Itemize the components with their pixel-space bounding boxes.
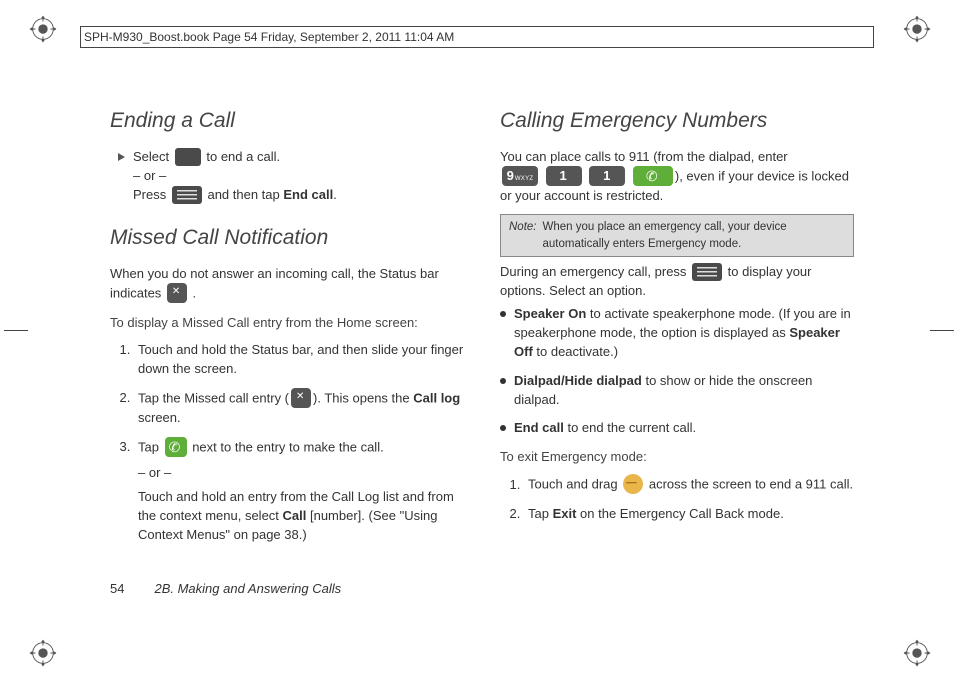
- or-divider: – or –: [133, 167, 337, 186]
- exit-steps: Touch and drag across the screen to end …: [524, 475, 854, 524]
- dialpad-key-9-icon: 9WXYZ: [502, 166, 538, 186]
- end-call-label: End call: [283, 187, 333, 202]
- emergency-options: Speaker On to activate speakerphone mode…: [500, 305, 854, 438]
- text: to end a call.: [206, 149, 280, 164]
- text: across the screen to end a 911 call.: [649, 477, 853, 492]
- corner-ornament-icon: [28, 14, 58, 44]
- speaker-on-label: Speaker On: [514, 306, 586, 321]
- text: on the Emergency Call Back mode.: [576, 506, 783, 521]
- option-dialpad: Dialpad/Hide dialpad to show or hide the…: [500, 372, 854, 410]
- dialpad-key-1-icon: 1: [589, 166, 625, 186]
- text: Tap: [528, 506, 553, 521]
- left-column: Ending a Call Select to end a call. – or…: [110, 100, 464, 612]
- corner-ornament-icon: [28, 638, 58, 668]
- text: and then tap: [207, 187, 283, 202]
- missed-call-status-icon: [167, 283, 187, 303]
- heading-emergency: Calling Emergency Numbers: [500, 106, 854, 136]
- triangle-bullet-icon: [118, 153, 125, 161]
- page-body: Ending a Call Select to end a call. – or…: [110, 100, 854, 612]
- call-button-icon: [633, 166, 673, 186]
- emergency-intro: You can place calls to 911 (from the dia…: [500, 148, 854, 206]
- note-label: Note:: [509, 219, 537, 252]
- end-call-bar-icon: [175, 148, 201, 166]
- print-header: SPH-M930_Boost.book Page 54 Friday, Sept…: [80, 26, 874, 48]
- dialpad-toggle-label: Dialpad/Hide dialpad: [514, 373, 642, 388]
- exit-step-1: Touch and drag across the screen to end …: [524, 475, 854, 495]
- text: ). This opens the: [313, 390, 413, 405]
- text: Touch and hold the Status bar, and then …: [138, 342, 463, 376]
- or-divider: – or –: [138, 464, 464, 483]
- corner-ornament-icon: [902, 14, 932, 44]
- step-1: Touch and hold the Status bar, and then …: [134, 341, 464, 379]
- call-log-label: Call log: [413, 390, 460, 405]
- heading-missed-call: Missed Call Notification: [110, 223, 464, 253]
- note-text: When you place an emergency call, your d…: [543, 219, 846, 252]
- text: Tap the Missed call entry (: [138, 390, 289, 405]
- dialpad-key-1-icon: 1: [546, 166, 582, 186]
- page-footer: 54 2B. Making and Answering Calls: [110, 581, 341, 596]
- exit-subhead: To exit Emergency mode:: [500, 448, 854, 467]
- print-header-text: SPH-M930_Boost.book Page 54 Friday, Sept…: [84, 30, 454, 44]
- text: When you do not answer an incoming call,…: [110, 266, 439, 300]
- option-end-call: End call to end the current call.: [500, 419, 854, 438]
- call-label: Call: [283, 508, 307, 523]
- text: Press: [133, 187, 170, 202]
- text: screen.: [138, 410, 181, 425]
- call-green-icon: [165, 437, 187, 457]
- crop-mark-icon: [4, 330, 28, 331]
- text: to end the current call.: [564, 420, 696, 435]
- text: to deactivate.): [533, 344, 618, 359]
- missed-steps: Touch and hold the Status bar, and then …: [134, 341, 464, 545]
- missed-call-entry-icon: [291, 388, 311, 408]
- right-column: Calling Emergency Numbers You can place …: [500, 100, 854, 612]
- page-number: 54: [110, 581, 124, 596]
- emergency-options-intro: During an emergency call, press to displ…: [500, 263, 854, 301]
- chapter-title: 2B. Making and Answering Calls: [154, 581, 341, 596]
- menu-key-icon: [172, 186, 202, 204]
- end-call-label: End call: [514, 420, 564, 435]
- exit-label: Exit: [553, 506, 577, 521]
- text: .: [333, 187, 337, 202]
- text: Tap: [138, 439, 163, 454]
- step-select-end: Select to end a call. – or – Press and t…: [118, 148, 464, 205]
- crop-mark-icon: [930, 330, 954, 331]
- missed-intro: When you do not answer an incoming call,…: [110, 265, 464, 304]
- text: You can place calls to 911 (from the dia…: [500, 149, 788, 164]
- end-call-drag-icon: [623, 474, 643, 494]
- note-box: Note: When you place an emergency call, …: [500, 214, 854, 257]
- text: Touch and drag: [528, 477, 621, 492]
- text: During an emergency call, press: [500, 264, 690, 279]
- step-3: Tap next to the entry to make the call. …: [134, 438, 464, 545]
- option-speaker: Speaker On to activate speakerphone mode…: [500, 305, 854, 362]
- missed-subhead: To display a Missed Call entry from the …: [110, 314, 464, 333]
- exit-step-2: Tap Exit on the Emergency Call Back mode…: [524, 505, 854, 524]
- menu-key-icon: [692, 263, 722, 281]
- text: next to the entry to make the call.: [192, 439, 384, 454]
- text: Select: [133, 149, 173, 164]
- step-2: Tap the Missed call entry ( ). This opens…: [134, 389, 464, 428]
- corner-ornament-icon: [902, 638, 932, 668]
- heading-ending-call: Ending a Call: [110, 106, 464, 136]
- text: .: [193, 286, 197, 301]
